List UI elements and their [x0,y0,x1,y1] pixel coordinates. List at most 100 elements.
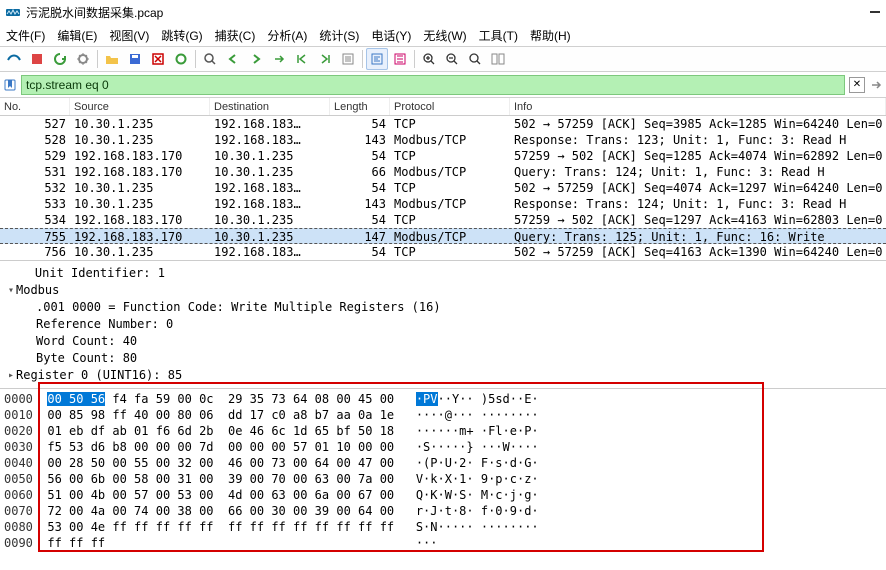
window-title: 污泥脱水间数据采集.pcap [26,4,870,21]
restart-capture-button[interactable] [49,48,71,70]
go-last-button[interactable] [314,48,336,70]
cell-protocol: Modbus/TCP [390,132,510,148]
autoscroll-button[interactable] [337,48,359,70]
separator-icon [362,50,363,68]
column-header-length[interactable]: Length [330,98,390,115]
hex-line[interactable]: 0080 53 00 4e ff ff ff ff ff ff ff ff ff… [4,519,882,535]
stop-capture-button[interactable] [26,48,48,70]
cell-length: 143 [330,196,390,212]
go-back-button[interactable] [222,48,244,70]
minimize-button[interactable] [870,11,880,13]
details-line[interactable]: Reference Number: 0 [0,316,886,333]
zoom-reset-button[interactable] [464,48,486,70]
column-header-info[interactable]: Info [510,98,886,115]
display-filter-input[interactable] [21,75,845,95]
column-header-destination[interactable]: Destination [210,98,330,115]
hex-line[interactable]: 0050 56 00 6b 00 58 00 31 00 39 00 70 00… [4,471,882,487]
packet-row[interactable]: 52710.30.1.235192.168.183…54TCP502 → 572… [0,116,886,132]
cell-destination: 192.168.183… [210,132,330,148]
packet-row[interactable]: 529192.168.183.17010.30.1.23554TCP57259 … [0,148,886,164]
go-forward-button[interactable] [245,48,267,70]
packet-row[interactable]: 534192.168.183.17010.30.1.23554TCP57259 … [0,212,886,228]
open-file-button[interactable] [101,48,123,70]
menu-tools[interactable]: 工具(T) [479,27,518,44]
menu-edit[interactable]: 编辑(E) [57,27,97,44]
cell-info: 502 → 57259 [ACK] Seq=4163 Ack=1390 Win=… [510,244,886,260]
hex-line[interactable]: 0070 72 00 4a 00 74 00 38 00 66 00 30 00… [4,503,882,519]
details-line[interactable]: ▾Modbus [0,282,886,299]
cell-protocol: TCP [390,180,510,196]
packet-list-header: No. Source Destination Length Protocol I… [0,98,886,116]
resize-all-button[interactable] [487,48,509,70]
packet-row[interactable]: 53210.30.1.235192.168.183…54TCP502 → 572… [0,180,886,196]
zoom-in-button[interactable] [418,48,440,70]
packet-row[interactable]: 531192.168.183.17010.30.1.23566Modbus/TC… [0,164,886,180]
hex-line[interactable]: 0060 51 00 4b 00 57 00 53 00 4d 00 63 00… [4,487,882,503]
packet-details[interactable]: Unit Identifier: 1 ▾Modbus .001 0000 = F… [0,261,886,389]
bookmark-icon[interactable] [3,78,17,92]
jump-button[interactable] [268,48,290,70]
toolbar [0,46,886,72]
cell-destination: 10.30.1.235 [210,212,330,228]
details-line[interactable]: Byte Count: 80 [0,350,886,367]
menu-capture[interactable]: 捕获(C) [215,27,256,44]
column-header-source[interactable]: Source [70,98,210,115]
cell-length: 143 [330,132,390,148]
cell-source: 10.30.1.235 [70,180,210,196]
cell-protocol: Modbus/TCP [390,229,510,243]
menu-wireless[interactable]: 无线(W) [423,27,466,44]
cell-destination: 10.30.1.235 [210,229,330,243]
cell-destination: 192.168.183… [210,244,330,260]
cell-protocol: Modbus/TCP [390,196,510,212]
details-line[interactable]: Word Count: 40 [0,333,886,350]
menu-view[interactable]: 视图(V) [109,27,149,44]
packet-row[interactable]: 75610.30.1.235192.168.183…54TCP502 → 572… [0,244,886,260]
packet-bytes[interactable]: 0000 00 50 56 f4 fa 59 00 0c 29 35 73 64… [0,389,886,553]
hex-line[interactable]: 0010 00 85 98 ff 40 00 80 06 dd 17 c0 a8… [4,407,882,423]
cell-source: 10.30.1.235 [70,196,210,212]
hex-line[interactable]: 0030 f5 53 d6 b8 00 00 00 7d 00 00 00 57… [4,439,882,455]
menu-tel[interactable]: 电话(Y) [371,27,411,44]
cell-length: 54 [330,148,390,164]
details-line[interactable]: .001 0000 = Function Code: Write Multipl… [0,299,886,316]
go-first-button[interactable] [291,48,313,70]
colorize-button[interactable] [366,48,388,70]
wireshark-icon [6,5,20,19]
save-file-button[interactable] [124,48,146,70]
details-line[interactable]: Unit Identifier: 1 [0,265,886,282]
hex-line[interactable]: 0040 00 28 50 00 55 00 32 00 46 00 73 00… [4,455,882,471]
menu-file[interactable]: 文件(F) [6,27,45,44]
clear-filter-button[interactable]: ✕ [849,77,865,93]
hex-line[interactable]: 0090 ff ff ff ··· [4,535,882,551]
cell-source: 192.168.183.170 [70,229,210,243]
menu-bar: 文件(F) 编辑(E) 视图(V) 跳转(G) 捕获(C) 分析(A) 统计(S… [0,24,886,46]
packet-row[interactable]: 755192.168.183.17010.30.1.235147Modbus/T… [0,228,886,244]
close-file-button[interactable] [147,48,169,70]
reload-button[interactable] [170,48,192,70]
separator-icon [195,50,196,68]
cell-no: 531 [0,164,70,180]
expand-icon[interactable]: ▸ [6,367,16,384]
packet-list[interactable]: No. Source Destination Length Protocol I… [0,98,886,261]
resize-columns-button[interactable] [389,48,411,70]
hex-line[interactable]: 0020 01 eb df ab 01 f6 6d 2b 0e 46 6c 1d… [4,423,882,439]
find-button[interactable] [199,48,221,70]
packet-row[interactable]: 53310.30.1.235192.168.183…143Modbus/TCPR… [0,196,886,212]
cell-destination: 192.168.183… [210,196,330,212]
separator-icon [97,50,98,68]
hex-line[interactable]: 0000 00 50 56 f4 fa 59 00 0c 29 35 73 64… [4,391,882,407]
details-line[interactable]: ▸Register 0 (UINT16): 85 [0,367,886,384]
menu-go[interactable]: 跳转(G) [161,27,202,44]
capture-options-button[interactable] [72,48,94,70]
start-capture-button[interactable] [3,48,25,70]
zoom-out-button[interactable] [441,48,463,70]
menu-help[interactable]: 帮助(H) [530,27,571,44]
apply-filter-button[interactable] [869,78,883,92]
menu-analyze[interactable]: 分析(A) [267,27,307,44]
collapse-icon[interactable]: ▾ [6,282,16,299]
column-header-protocol[interactable]: Protocol [390,98,510,115]
column-header-no[interactable]: No. [0,98,70,115]
cell-protocol: TCP [390,148,510,164]
packet-row[interactable]: 52810.30.1.235192.168.183…143Modbus/TCPR… [0,132,886,148]
menu-stats[interactable]: 统计(S) [319,27,359,44]
